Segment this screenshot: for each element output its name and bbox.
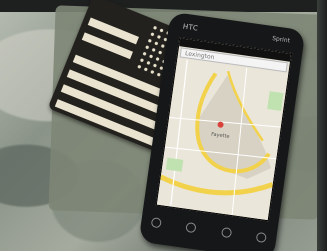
- phone-screen: Lexington Fayette: [155, 37, 293, 222]
- photo-scene: HTC Sprint Lexington Fayette: [0, 0, 327, 251]
- menu-key-icon: [185, 221, 197, 234]
- phone-brand: HTC: [182, 22, 199, 33]
- back-key-icon: [220, 226, 232, 239]
- right-border: [317, 0, 327, 251]
- phone-carrier: Sprint: [271, 35, 291, 45]
- home-key-icon: [150, 217, 162, 229]
- map-view: Fayette: [156, 58, 289, 221]
- search-key-icon: [255, 231, 267, 244]
